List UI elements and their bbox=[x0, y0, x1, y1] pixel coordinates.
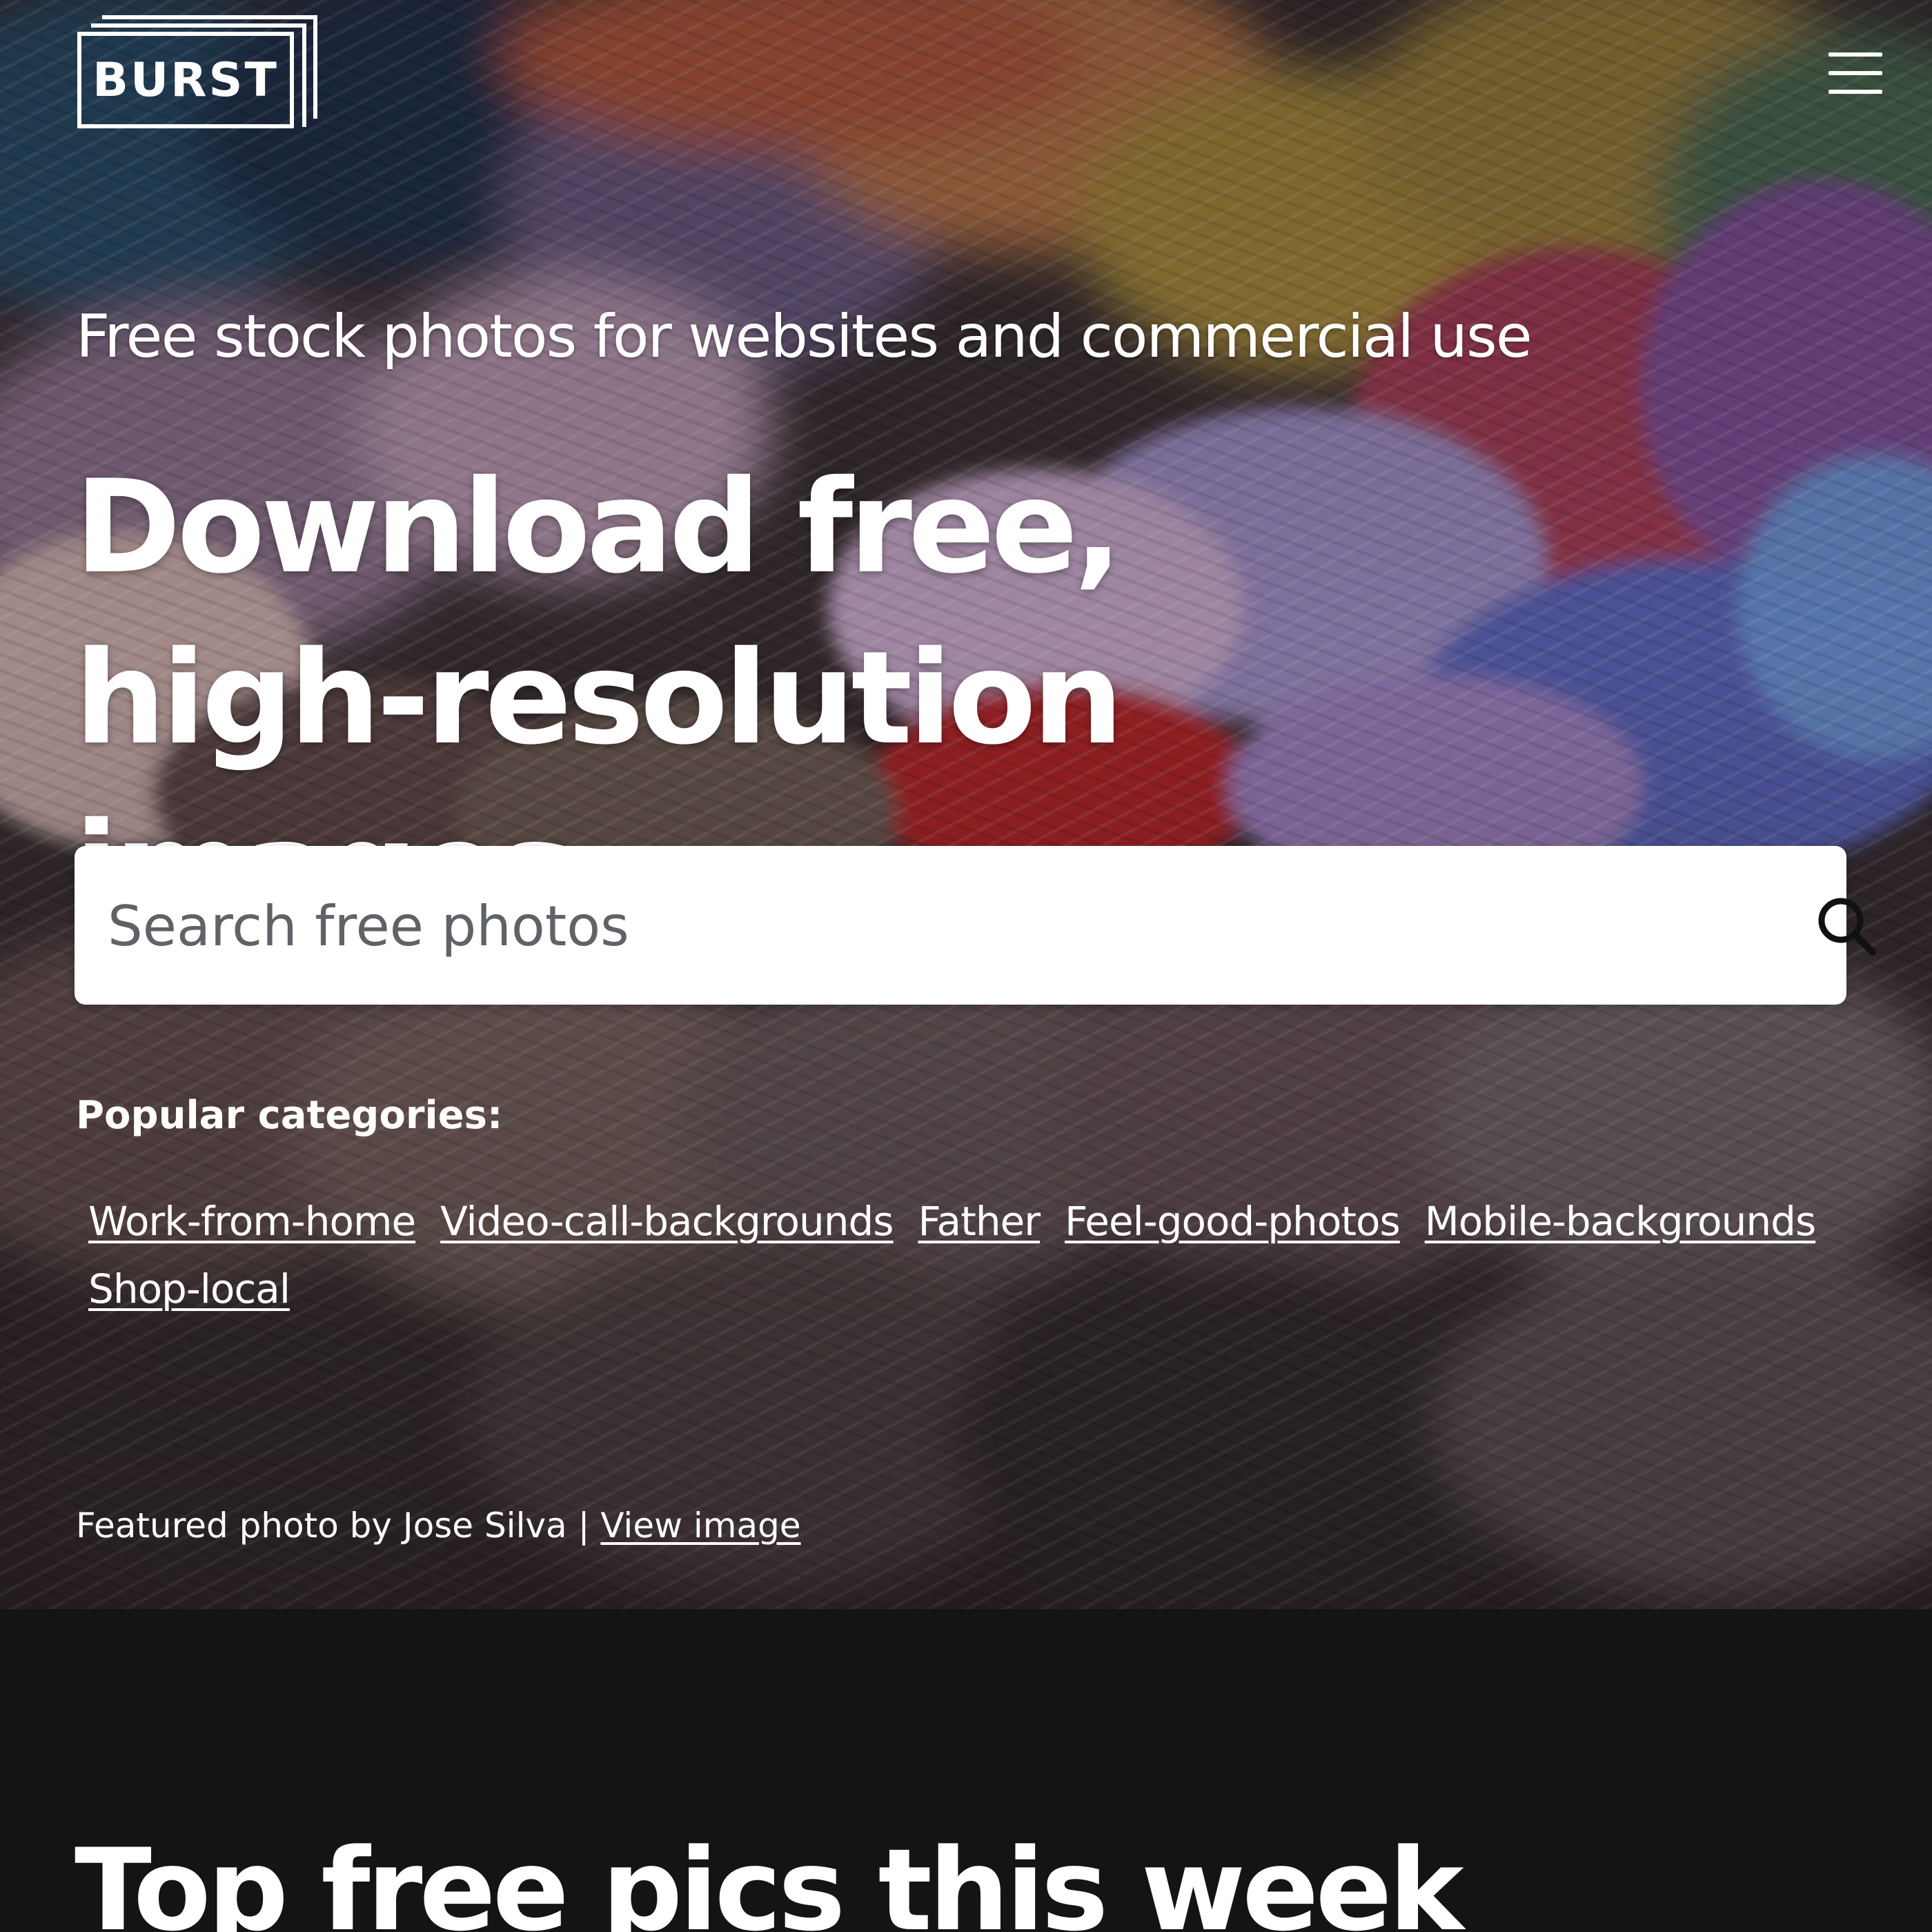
menu-bar-top bbox=[1828, 52, 1882, 57]
category-link-work-from-home[interactable]: Work-from-home bbox=[88, 1192, 416, 1250]
menu-bar-bottom bbox=[1828, 90, 1882, 94]
section-title-top-pics: Top free pics this week bbox=[75, 1824, 1464, 1932]
view-image-link[interactable]: View image bbox=[600, 1506, 800, 1546]
page: BURST Free stock photos for websites and… bbox=[0, 0, 1932, 1932]
photo-credit-text: Featured photo by Jose Silva | bbox=[76, 1506, 601, 1546]
hero-tagline: Free stock photos for websites and comme… bbox=[76, 302, 1532, 371]
category-link-mobile-backgrounds[interactable]: Mobile-backgrounds bbox=[1425, 1192, 1816, 1250]
featured-photo-credit: Featured photo by Jose Silva | View imag… bbox=[76, 1506, 801, 1546]
menu-bar-middle bbox=[1828, 71, 1882, 75]
burst-logo[interactable]: BURST bbox=[75, 15, 323, 132]
logo-frame-front: BURST bbox=[77, 32, 294, 128]
popular-categories-list: Work-from-home Video-call-backgrounds Fa… bbox=[76, 1192, 1856, 1318]
search-bar bbox=[75, 846, 1876, 1006]
category-link-shop-local[interactable]: Shop-local bbox=[88, 1260, 290, 1318]
search-icon[interactable] bbox=[1812, 891, 1881, 960]
category-link-video-call-backgrounds[interactable]: Video-call-backgrounds bbox=[440, 1192, 894, 1250]
hero-section: BURST Free stock photos for websites and… bbox=[0, 0, 1932, 1609]
hamburger-menu-icon[interactable] bbox=[1828, 51, 1882, 95]
category-link-father[interactable]: Father bbox=[918, 1192, 1041, 1250]
logo-text: BURST bbox=[92, 52, 279, 108]
popular-categories-label: Popular categories: bbox=[76, 1093, 503, 1138]
search-input[interactable] bbox=[106, 846, 1696, 1006]
category-link-feel-good-photos[interactable]: Feel-good-photos bbox=[1065, 1192, 1401, 1250]
